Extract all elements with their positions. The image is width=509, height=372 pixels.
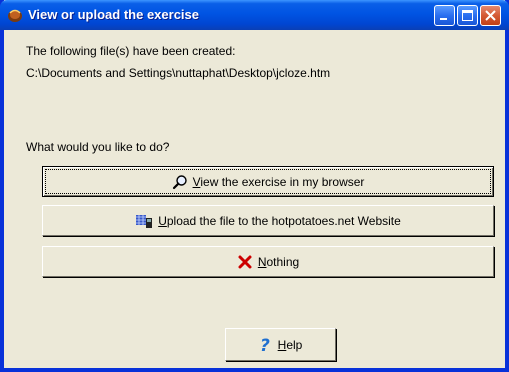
upload-globe-icon (135, 213, 153, 229)
window-title: View or upload the exercise (28, 7, 199, 22)
view-button-label: View the exercise in my browser (192, 174, 365, 189)
svg-text:?: ? (260, 336, 270, 354)
help-button[interactable]: ? Help (225, 328, 336, 361)
maximize-button[interactable] (457, 5, 478, 26)
hot-potatoes-app-icon[interactable] (7, 7, 23, 23)
maximize-icon (462, 10, 473, 21)
magnifier-icon (172, 174, 188, 190)
title-bar[interactable]: View or upload the exercise (0, 0, 509, 30)
help-button-label: Help (277, 337, 303, 352)
upload-button-label: Upload the file to the hotpotatoes.net W… (158, 213, 401, 228)
nothing-button-label: Nothing (257, 254, 300, 269)
dialog-window: View or upload the exercise The followin… (0, 0, 509, 372)
close-icon (485, 10, 496, 21)
red-x-icon (237, 254, 253, 270)
nothing-button[interactable]: Nothing (42, 246, 494, 277)
upload-to-hotpotatoes-button[interactable]: Upload the file to the hotpotatoes.net W… (42, 205, 494, 236)
minimize-button[interactable] (434, 5, 455, 26)
action-prompt: What would you like to do? (26, 140, 170, 154)
question-mark-icon: ? (259, 336, 273, 354)
view-in-browser-button[interactable]: View the exercise in my browser (42, 166, 494, 197)
minimize-icon (440, 18, 447, 20)
created-message: The following file(s) have been created: (26, 44, 236, 58)
close-button[interactable] (480, 5, 501, 26)
file-path: C:\Documents and Settings\nuttaphat\Desk… (26, 66, 331, 80)
